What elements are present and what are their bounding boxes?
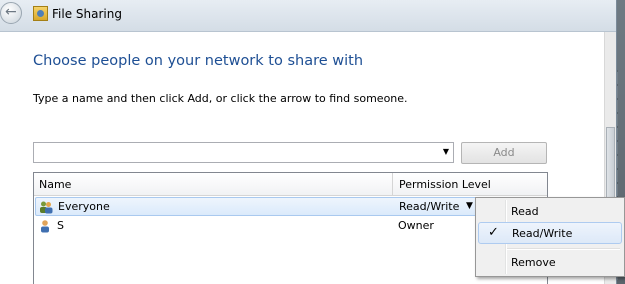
checkmark-icon: ✓ bbox=[488, 225, 499, 240]
page-heading: Choose people on your network to share w… bbox=[33, 53, 364, 69]
column-header-permission[interactable]: Permission Level bbox=[399, 178, 491, 191]
title-bar: ← File Sharing bbox=[0, 0, 616, 32]
row-permission[interactable]: Read/Write bbox=[399, 200, 459, 213]
dropdown-arrow-icon[interactable]: ▼ bbox=[443, 147, 449, 156]
list-header: Name Permission Level bbox=[34, 173, 547, 196]
name-combobox[interactable]: ▼ bbox=[33, 142, 454, 163]
window-title: File Sharing bbox=[52, 7, 122, 21]
menu-item-label: Remove bbox=[511, 256, 556, 269]
menu-item-label: Read/Write bbox=[512, 227, 573, 240]
back-button[interactable]: ← bbox=[0, 2, 22, 24]
menu-item-read-write[interactable]: ✓ Read/Write bbox=[478, 222, 622, 244]
menu-item-remove[interactable]: Remove bbox=[478, 252, 622, 274]
file-sharing-icon bbox=[33, 6, 48, 21]
row-name: S bbox=[57, 219, 64, 232]
row-name: Everyone bbox=[58, 200, 110, 213]
user-icon bbox=[41, 220, 49, 233]
menu-separator bbox=[507, 248, 620, 250]
list-row-s[interactable]: S Owner bbox=[35, 217, 546, 236]
add-button[interactable]: Add bbox=[461, 142, 547, 164]
menu-item-label: Read bbox=[511, 205, 539, 218]
list-row-everyone[interactable]: Everyone Read/Write ▼ bbox=[35, 197, 546, 216]
menu-item-read[interactable]: Read bbox=[478, 201, 622, 223]
column-header-name[interactable]: Name bbox=[39, 178, 71, 191]
row-permission: Owner bbox=[398, 219, 434, 232]
instruction-text: Type a name and then click Add, or click… bbox=[33, 92, 408, 105]
group-users-icon bbox=[40, 201, 53, 214]
column-divider[interactable] bbox=[392, 173, 393, 195]
permission-dropdown-icon[interactable]: ▼ bbox=[466, 201, 473, 211]
back-arrow-icon: ← bbox=[5, 4, 17, 20]
sharing-list: Name Permission Level Everyone Read/Writ… bbox=[33, 172, 548, 284]
permission-menu: Read ✓ Read/Write Remove bbox=[475, 197, 625, 277]
